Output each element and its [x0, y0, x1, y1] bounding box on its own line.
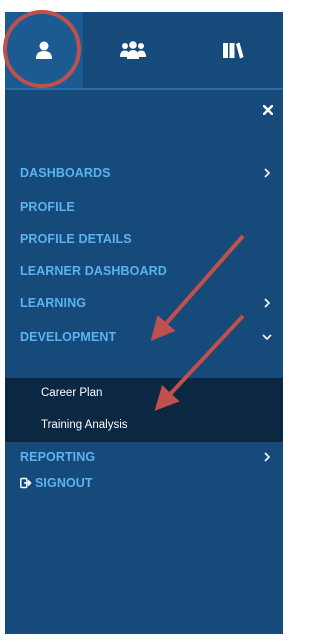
menu-item-learner-dashboard[interactable]: LEARNER DASHBOARD	[5, 256, 283, 286]
tab-profile[interactable]	[5, 12, 83, 88]
library-icon	[223, 42, 244, 59]
tab-divider	[5, 88, 283, 90]
submenu-item-label: Career Plan	[41, 387, 103, 399]
group-icon	[120, 41, 146, 59]
nav-tab-bar	[5, 12, 283, 88]
menu-item-label: REPORTING	[20, 450, 96, 464]
user-icon	[36, 41, 52, 59]
menu-item-label: PROFILE	[20, 200, 75, 214]
menu-item-signout[interactable]: SIGNOUT	[5, 468, 283, 498]
side-navigation-panel: DASHBOARDS PROFILE PROFILE DETAILS LEARN…	[5, 12, 283, 634]
signout-icon	[20, 477, 32, 489]
menu-item-label: DEVELOPMENT	[20, 330, 117, 344]
tab-library[interactable]	[183, 12, 283, 88]
chevron-right-icon	[264, 452, 271, 462]
submenu-item-career-plan[interactable]: Career Plan	[5, 378, 283, 410]
menu-item-label: LEARNER DASHBOARD	[20, 264, 167, 278]
menu-item-profile[interactable]: PROFILE	[5, 192, 283, 222]
menu-item-learning[interactable]: LEARNING	[5, 288, 283, 318]
close-button[interactable]	[261, 103, 275, 117]
chevron-right-icon	[264, 168, 271, 178]
menu-item-profile-details[interactable]: PROFILE DETAILS	[5, 224, 283, 254]
menu-item-label: SIGNOUT	[35, 476, 93, 490]
development-submenu: Career Plan Training Analysis	[5, 378, 283, 442]
chevron-right-icon	[264, 298, 271, 308]
close-icon	[263, 105, 273, 115]
submenu-item-label: Training Analysis	[41, 419, 128, 431]
menu-item-label: PROFILE DETAILS	[20, 232, 132, 246]
tab-group[interactable]	[83, 12, 183, 88]
submenu-item-training-analysis[interactable]: Training Analysis	[5, 410, 283, 442]
menu-item-label: DASHBOARDS	[20, 166, 111, 180]
menu-item-development[interactable]: DEVELOPMENT	[5, 322, 283, 352]
menu-item-dashboards[interactable]: DASHBOARDS	[5, 158, 283, 188]
chevron-down-icon	[262, 334, 272, 341]
menu-item-label: LEARNING	[20, 296, 87, 310]
